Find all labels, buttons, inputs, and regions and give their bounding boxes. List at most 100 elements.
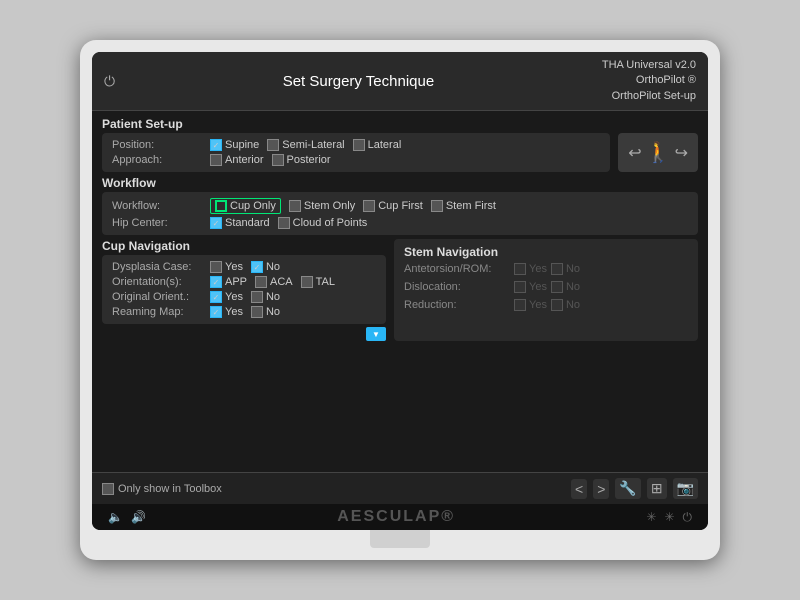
orient-aca[interactable]: ACA xyxy=(255,276,293,288)
anterior-label: Anterior xyxy=(225,154,264,166)
workflow-stem-first[interactable]: Stem First xyxy=(431,200,496,212)
stem-nav-header: Stem Navigation xyxy=(404,245,688,259)
supine-checkbox[interactable]: ✓ xyxy=(210,139,222,151)
semi-lateral-checkbox[interactable] xyxy=(267,139,279,151)
cloud-label: Cloud of Points xyxy=(293,217,368,229)
hip-center-row: Hip Center: ✓ Standard Cloud of Points xyxy=(112,217,688,229)
stem-first-checkbox[interactable] xyxy=(431,200,443,212)
cloud-checkbox[interactable] xyxy=(278,217,290,229)
power-footer-icon[interactable]: ⏻ xyxy=(683,510,693,525)
patient-setup-icons: ↩ 🚶 ↪ xyxy=(618,133,698,172)
patient-icon-person[interactable]: 🚶 xyxy=(646,140,671,165)
posterior-checkbox[interactable] xyxy=(272,154,284,166)
stem-only-label: Stem Only xyxy=(304,200,355,212)
dysplasia-yes-cb[interactable] xyxy=(210,261,222,273)
title-bar: ⏻ Set Surgery Technique THA Universal v2… xyxy=(92,52,708,111)
patient-icon-left[interactable]: ↩ xyxy=(628,143,641,163)
position-label: Position: xyxy=(112,139,202,151)
patient-icon-right[interactable]: ↪ xyxy=(675,143,688,163)
anterior-checkbox[interactable] xyxy=(210,154,222,166)
approach-anterior[interactable]: Anterior xyxy=(210,154,264,166)
orig-yes[interactable]: ✓ Yes xyxy=(210,291,243,303)
nav-next-button[interactable]: > xyxy=(593,479,609,499)
antetorsion-row: Antetorsion/ROM: Yes No xyxy=(404,263,688,275)
expand-button[interactable]: ▼ xyxy=(366,327,386,341)
cup-only-checkbox[interactable] xyxy=(215,200,227,212)
workflow-cup-first[interactable]: Cup First xyxy=(363,200,423,212)
workflow-stem-only[interactable]: Stem Only xyxy=(289,200,355,212)
footer: 🔈 🔊 AESCULAP® ✳ ✳ ⏻ xyxy=(92,504,708,530)
orient-app[interactable]: ✓ APP xyxy=(210,276,247,288)
power-icon[interactable]: ⏻ xyxy=(104,73,115,90)
cup-nav-header: Cup Navigation xyxy=(102,239,386,253)
tal-cb[interactable] xyxy=(301,276,313,288)
workflow-label: Workflow: xyxy=(112,200,202,212)
reaming-label: Reaming Map: xyxy=(112,306,202,318)
screen-title: Set Surgery Technique xyxy=(115,73,602,90)
lateral-checkbox[interactable] xyxy=(353,139,365,151)
dislocation-label: Dislocation: xyxy=(404,281,514,293)
dysplasia-row: Dysplasia Case: Yes ✓ No xyxy=(112,261,376,273)
dysplasia-yes[interactable]: Yes xyxy=(210,261,243,273)
aca-cb[interactable] xyxy=(255,276,267,288)
position-row: Position: ✓ Supine Semi-Lateral xyxy=(112,139,600,151)
standard-label: Standard xyxy=(225,217,270,229)
antetorsion-label: Antetorsion/ROM: xyxy=(404,263,514,275)
footer-icons-right: ✳ ✳ ⏻ xyxy=(646,510,692,525)
bottom-bar: Only show in Toolbox < > 🔧 ⊞ 📷 xyxy=(92,472,708,504)
brand-right: OrthoPilot ® xyxy=(602,73,696,88)
supine-label: Supine xyxy=(225,139,259,151)
wrench-button[interactable]: 🔧 xyxy=(615,478,640,499)
dysplasia-no[interactable]: ✓ No xyxy=(251,261,280,273)
reduction-row: Reduction: Yes No xyxy=(404,299,688,311)
dysplasia-no-cb[interactable]: ✓ xyxy=(251,261,263,273)
toolbox-checkbox[interactable] xyxy=(102,483,114,495)
reaming-yes[interactable]: ✓ Yes xyxy=(210,306,243,318)
cup-first-checkbox[interactable] xyxy=(363,200,375,212)
nav-buttons: < > 🔧 ⊞ 📷 xyxy=(571,478,698,499)
brightness-icon[interactable]: ✳ xyxy=(646,510,656,524)
version-text: THA Universal v2.0 xyxy=(602,58,696,73)
workflow-cup-only[interactable]: Cup Only xyxy=(210,198,281,214)
workflow-section: Workflow Workflow: Cup Only Stem Only xyxy=(102,176,698,235)
monitor-stand xyxy=(370,530,430,548)
reduction-no: No xyxy=(551,299,580,311)
stem-only-checkbox[interactable] xyxy=(289,200,301,212)
approach-posterior[interactable]: Posterior xyxy=(272,154,331,166)
camera-button[interactable]: 📷 xyxy=(673,478,698,499)
lateral-label: Lateral xyxy=(368,139,402,151)
patient-setup-section: Patient Set-up Position: ✓ Supine Semi-L… xyxy=(102,117,698,172)
position-supine[interactable]: ✓ Supine xyxy=(210,139,259,151)
brightness2-icon[interactable]: ✳ xyxy=(664,510,674,524)
position-lateral[interactable]: Lateral xyxy=(353,139,402,151)
reaming-no[interactable]: No xyxy=(251,306,280,318)
reaming-yes-cb[interactable]: ✓ xyxy=(210,306,222,318)
volume-down-icon[interactable]: 🔈 xyxy=(108,510,123,524)
original-orient-label: Original Orient.: xyxy=(112,291,202,303)
brand-footer: AESCULAP® xyxy=(146,508,646,526)
reaming-no-cb[interactable] xyxy=(251,306,263,318)
nav-prev-button[interactable]: < xyxy=(571,479,587,499)
toolbox-option[interactable]: Only show in Toolbox xyxy=(102,483,222,495)
app-cb[interactable]: ✓ xyxy=(210,276,222,288)
orient-tal[interactable]: TAL xyxy=(301,276,335,288)
cup-first-label: Cup First xyxy=(378,200,423,212)
workflow-header: Workflow xyxy=(102,176,698,190)
position-semi-lateral[interactable]: Semi-Lateral xyxy=(267,139,344,151)
orig-no-cb[interactable] xyxy=(251,291,263,303)
hip-center-cloud[interactable]: Cloud of Points xyxy=(278,217,368,229)
orig-yes-cb[interactable]: ✓ xyxy=(210,291,222,303)
standard-checkbox[interactable]: ✓ xyxy=(210,217,222,229)
patient-setup-left: Position: ✓ Supine Semi-Lateral xyxy=(102,133,610,172)
footer-icons-left: 🔈 🔊 xyxy=(108,510,146,524)
reaming-row: Reaming Map: ✓ Yes No xyxy=(112,306,376,318)
grid-button[interactable]: ⊞ xyxy=(647,478,667,499)
monitor: ⏻ Set Surgery Technique THA Universal v2… xyxy=(80,40,720,560)
orientation-label: Orientation(s): xyxy=(112,276,202,288)
orig-no[interactable]: No xyxy=(251,291,280,303)
approach-row: Approach: Anterior Posterior xyxy=(112,154,600,166)
semi-lateral-label: Semi-Lateral xyxy=(282,139,344,151)
dislocation-row: Dislocation: Yes No xyxy=(404,281,688,293)
hip-center-standard[interactable]: ✓ Standard xyxy=(210,217,270,229)
volume-up-icon[interactable]: 🔊 xyxy=(131,510,146,524)
